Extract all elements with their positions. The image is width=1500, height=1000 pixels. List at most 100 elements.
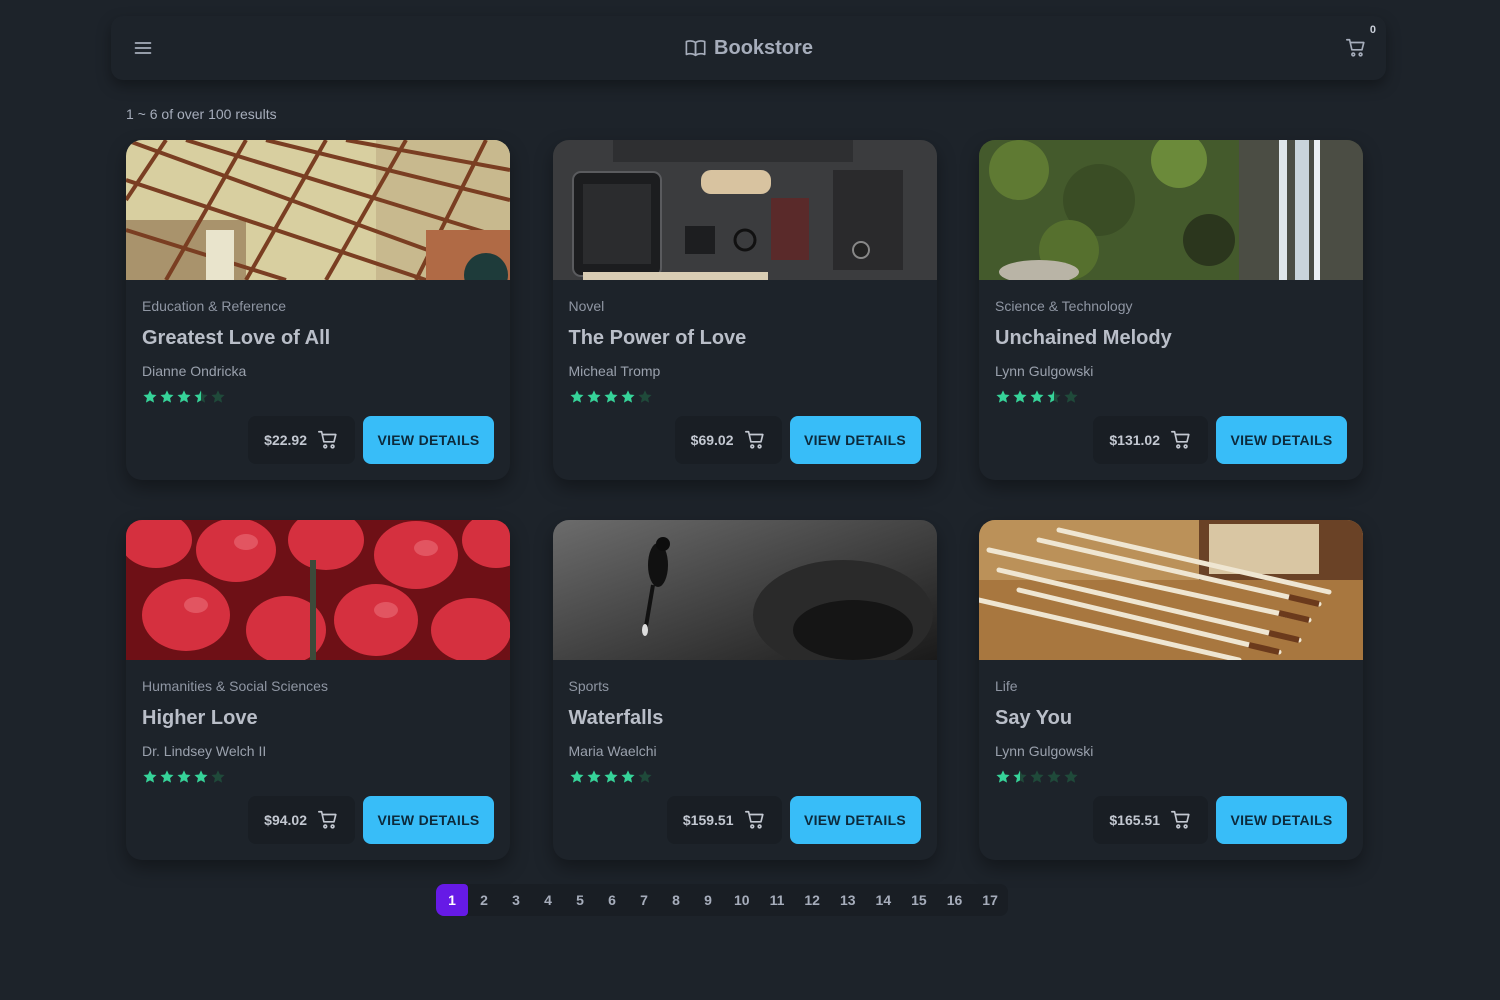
page-button[interactable]: 5 [564, 884, 596, 916]
page-button[interactable]: 16 [937, 884, 973, 916]
book-price: $94.02 [264, 812, 307, 828]
page-button[interactable]: 15 [901, 884, 937, 916]
cart-button[interactable]: 0 [1344, 24, 1376, 60]
results-count: 1 ~ 6 of over 100 results [126, 106, 277, 122]
star-full-icon [160, 770, 174, 783]
add-to-cart-button[interactable]: $22.92 [248, 416, 355, 464]
shopping-cart-icon [318, 430, 337, 449]
book-title[interactable]: Waterfalls [569, 706, 921, 730]
star-full-icon [586, 390, 601, 403]
book-card: Humanities & Social Sciences Higher Love… [126, 520, 510, 860]
star-full-icon [569, 770, 584, 783]
book-image[interactable] [979, 520, 1363, 660]
rating-stars [142, 768, 494, 786]
star-full-icon [996, 390, 1010, 403]
book-card: Novel The Power of Love Micheal Tromp $6… [552, 140, 937, 480]
view-details-button[interactable]: VIEW DETAILS [789, 796, 921, 844]
book-title[interactable]: Unchained Melody [995, 326, 1347, 350]
book-category: Life [995, 678, 1018, 694]
page-button[interactable]: 10 [724, 884, 760, 916]
view-details-button[interactable]: VIEW DETAILS [1216, 796, 1347, 844]
page-button[interactable]: 3 [500, 884, 532, 916]
view-details-button[interactable]: VIEW DETAILS [1216, 416, 1347, 464]
book-image[interactable] [552, 140, 937, 280]
star-empty-icon [637, 390, 652, 403]
book-price: $165.51 [1109, 812, 1160, 828]
book-image[interactable] [979, 140, 1363, 280]
star-full-icon [1013, 390, 1027, 403]
book-author: Lynn Gulgowski [995, 743, 1094, 759]
page-button[interactable]: 7 [628, 884, 660, 916]
book-category: Education & Reference [142, 298, 286, 314]
book-price: $159.51 [682, 812, 734, 828]
book-price: $69.02 [690, 432, 734, 448]
book-title[interactable]: Higher Love [142, 706, 494, 730]
star-full-icon [603, 390, 618, 403]
menu-button[interactable] [131, 36, 155, 60]
view-details-button[interactable]: VIEW DETAILS [363, 796, 494, 844]
star-empty-icon [1030, 770, 1044, 783]
book-open-icon [685, 40, 706, 57]
star-full-icon [603, 770, 618, 783]
book-image[interactable] [126, 140, 510, 280]
shopping-cart-icon [744, 810, 764, 829]
book-category: Sports [568, 678, 609, 694]
star-empty-icon [211, 390, 225, 403]
book-author: Maria Waelchi [568, 743, 657, 759]
page-button[interactable]: 9 [692, 884, 724, 916]
star-full-icon [177, 770, 191, 783]
page-button[interactable]: 17 [972, 884, 1008, 916]
book-title[interactable]: Say You [995, 706, 1347, 730]
page-button[interactable]: 14 [866, 884, 902, 916]
view-details-button[interactable]: VIEW DETAILS [363, 416, 494, 464]
page-button[interactable]: 2 [468, 884, 500, 916]
hamburger-icon [134, 42, 152, 54]
navbar: Bookstore 0 [111, 16, 1386, 80]
book-card: Life Say You Lynn Gulgowski $165.51 VIEW… [979, 520, 1363, 860]
book-price: $131.02 [1109, 432, 1160, 448]
page-button[interactable]: 6 [596, 884, 628, 916]
brand-link[interactable]: Bookstore [684, 37, 813, 60]
book-price: $22.92 [264, 432, 307, 448]
add-to-cart-button[interactable]: $69.02 [674, 416, 782, 464]
book-author: Micheal Tromp [568, 363, 661, 379]
book-author: Dianne Ondricka [142, 363, 247, 379]
book-category: Science & Technology [995, 298, 1133, 314]
shopping-cart-icon [1171, 430, 1190, 449]
star-empty-icon [211, 770, 225, 783]
book-card: Science & Technology Unchained Melody Ly… [979, 140, 1363, 480]
shopping-cart-icon [318, 810, 337, 829]
book-image[interactable] [552, 520, 937, 660]
page-button[interactable]: 12 [794, 884, 830, 916]
star-full-icon [194, 770, 208, 783]
rating-stars [569, 768, 921, 786]
page-button[interactable]: 13 [830, 884, 866, 916]
star-full-icon [620, 390, 635, 403]
book-category: Humanities & Social Sciences [142, 678, 328, 694]
star-empty-icon [637, 770, 652, 783]
book-card: Sports Waterfalls Maria Waelchi $159.51 … [552, 520, 937, 860]
page-button[interactable]: 4 [532, 884, 564, 916]
add-to-cart-button[interactable]: $165.51 [1093, 796, 1208, 844]
star-full-icon [160, 390, 174, 403]
star-empty-icon [1064, 390, 1078, 403]
page-button[interactable]: 8 [660, 884, 692, 916]
star-half-icon [194, 390, 208, 403]
view-details-button[interactable]: VIEW DETAILS [789, 416, 921, 464]
add-to-cart-button[interactable]: $159.51 [666, 796, 782, 844]
book-title[interactable]: The Power of Love [569, 326, 921, 350]
shopping-cart-icon [744, 430, 764, 449]
star-half-icon [1047, 390, 1061, 403]
book-image[interactable] [126, 520, 510, 660]
rating-stars [995, 388, 1347, 406]
star-full-icon [996, 770, 1010, 783]
shopping-cart-icon [1171, 810, 1190, 829]
add-to-cart-button[interactable]: $131.02 [1093, 416, 1208, 464]
page-button[interactable]: 11 [760, 884, 795, 916]
add-to-cart-button[interactable]: $94.02 [248, 796, 355, 844]
pagination: 1 2 3 4 5 6 7 8 9 10 11 12 13 14 15 16 1… [436, 884, 1008, 916]
page-button[interactable]: 1 [436, 884, 468, 916]
cart-count-badge: 0 [1369, 24, 1376, 36]
rating-stars [569, 388, 921, 406]
book-title[interactable]: Greatest Love of All [142, 326, 494, 350]
